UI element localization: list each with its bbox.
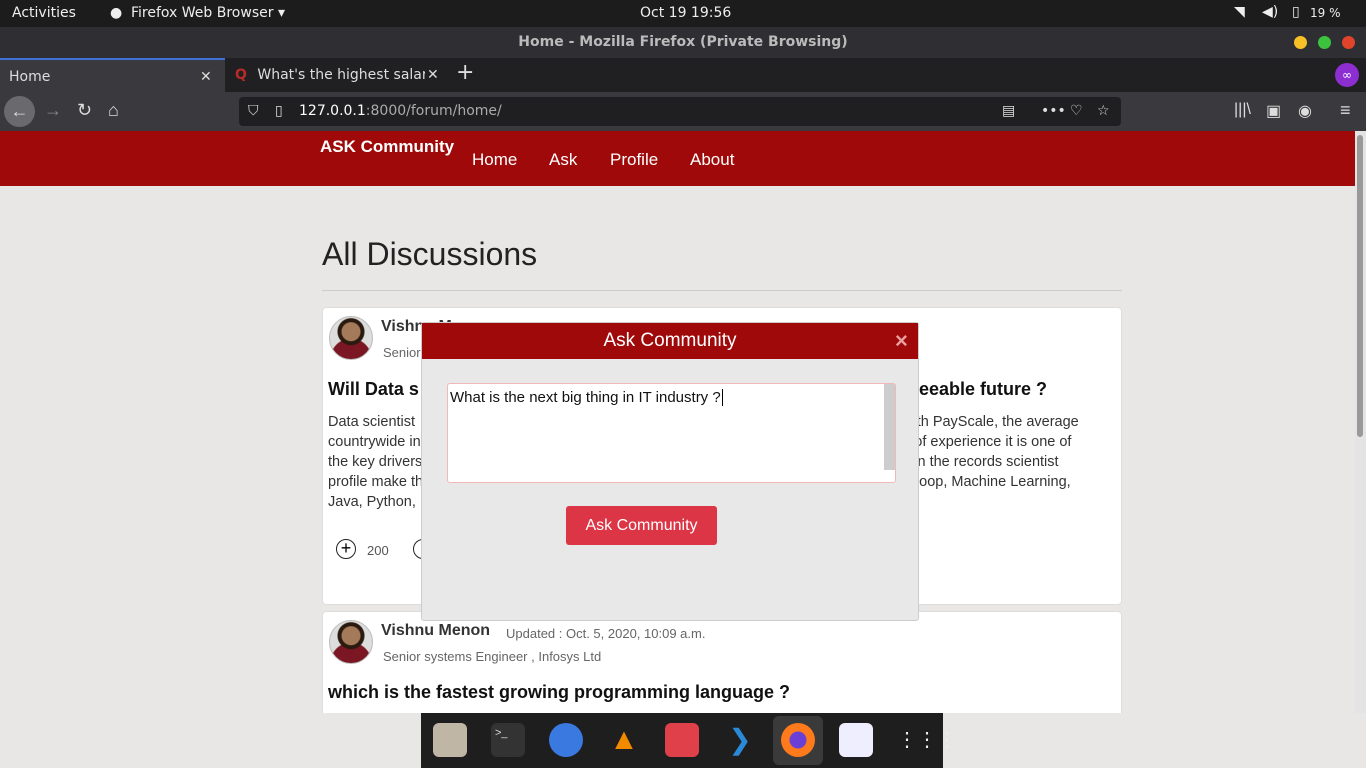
library-icon[interactable]: |||\ bbox=[1234, 101, 1251, 119]
reload-button[interactable]: ↻ bbox=[77, 100, 92, 121]
volume-icon[interactable]: ◀) bbox=[1262, 4, 1278, 20]
post-title[interactable]: which is the fastest growing programming… bbox=[328, 682, 790, 703]
show-apps-icon[interactable]: ⋮⋮⋮ bbox=[897, 723, 957, 757]
post-title-continued[interactable]: eeable future ? bbox=[919, 379, 1047, 400]
post-updated: Updated : Oct. 5, 2020, 10:09 a.m. bbox=[506, 626, 706, 641]
account-icon[interactable]: ◉ bbox=[1298, 101, 1312, 121]
menu-icon[interactable]: ≡ bbox=[1340, 100, 1351, 121]
url-host: 127.0.0.1 bbox=[299, 103, 366, 119]
home-button[interactable]: ⌂ bbox=[108, 100, 119, 121]
modal-title: Ask Community bbox=[603, 330, 737, 351]
back-button[interactable]: ← bbox=[4, 96, 35, 127]
page-icon: ▯ bbox=[275, 103, 283, 119]
pocket-icon[interactable]: ♡ bbox=[1070, 97, 1083, 126]
page-scrollbar[interactable] bbox=[1355, 131, 1366, 713]
terminal-icon[interactable]: >_ bbox=[491, 723, 525, 757]
upvote-icon[interactable]: + bbox=[336, 539, 356, 559]
post-body-continued: with PayScale, the average s of experienc… bbox=[903, 414, 1079, 490]
upvote-count: 200 bbox=[367, 543, 389, 558]
close-icon[interactable]: × bbox=[895, 323, 908, 359]
question-textarea[interactable]: What is the next big thing in IT industr… bbox=[447, 383, 896, 483]
window-title: Home - Mozilla Firefox (Private Browsing… bbox=[518, 34, 848, 50]
system-top-bar: Activities ● Firefox Web Browser ▾ Oct 1… bbox=[0, 0, 1366, 27]
new-tab-button[interactable]: + bbox=[456, 60, 474, 85]
ask-community-button[interactable]: Ask Community bbox=[566, 506, 717, 545]
nav-about[interactable]: About bbox=[690, 150, 734, 170]
private-browsing-icon: ∞ bbox=[1335, 63, 1359, 87]
question-text: What is the next big thing in IT industr… bbox=[450, 389, 721, 406]
wifi-icon[interactable]: ◥ bbox=[1234, 4, 1245, 20]
tab-bar: Home ✕ Q What's the highest salary ✕ + ∞ bbox=[0, 58, 1366, 92]
tab-salary[interactable]: Q What's the highest salary ✕ bbox=[226, 58, 448, 92]
nav-home[interactable]: Home bbox=[472, 150, 517, 170]
url-bar[interactable]: ⛉ ▯ 127.0.0.1:8000/forum/home/ ▤ ••• ♡ ☆ bbox=[239, 97, 1121, 126]
page-title: All Discussions bbox=[322, 236, 538, 272]
close-window-button[interactable] bbox=[1342, 36, 1355, 49]
vlc-icon[interactable]: ▲ bbox=[607, 723, 641, 757]
textarea-scrollbar[interactable] bbox=[884, 384, 895, 470]
reader-view-icon[interactable]: ▤ bbox=[1002, 97, 1015, 126]
tab-label: Home bbox=[9, 69, 51, 85]
clock[interactable]: Oct 19 19:56 bbox=[640, 5, 731, 21]
modal-header: Ask Community × bbox=[422, 323, 918, 359]
nav-profile[interactable]: Profile bbox=[610, 150, 658, 170]
shield-icon[interactable]: ⛉ bbox=[248, 97, 259, 126]
quora-icon: Q bbox=[235, 67, 247, 83]
post-author-role: Senior systems Engineer , Infosys Ltd bbox=[383, 649, 602, 664]
minimize-button[interactable] bbox=[1294, 36, 1307, 49]
more-actions-icon[interactable]: ••• bbox=[1041, 97, 1066, 126]
files-icon[interactable] bbox=[433, 723, 467, 757]
post-author[interactable]: Vishnu Menon bbox=[381, 622, 490, 640]
post-author-role: Senior bbox=[383, 345, 421, 360]
battery-percent: 19 % bbox=[1310, 6, 1341, 20]
activities-button[interactable]: Activities bbox=[12, 5, 76, 21]
scrollbar-thumb[interactable] bbox=[1357, 135, 1363, 437]
avatar bbox=[329, 620, 373, 664]
close-tab-icon[interactable]: ✕ bbox=[200, 60, 212, 94]
site-header: ASK Community Home Ask Profile About bbox=[0, 131, 1355, 186]
window-title-bar: Home - Mozilla Firefox (Private Browsing… bbox=[0, 27, 1366, 58]
bookmark-star-icon[interactable]: ☆ bbox=[1097, 97, 1110, 126]
post-card: Vishnu Menon Updated : Oct. 5, 2020, 10:… bbox=[322, 611, 1122, 713]
app-menu[interactable]: Firefox Web Browser ▾ bbox=[131, 5, 285, 21]
forward-button[interactable]: → bbox=[44, 100, 62, 121]
chromium-icon[interactable] bbox=[549, 723, 583, 757]
nav-ask[interactable]: Ask bbox=[549, 150, 577, 170]
sidebar-icon[interactable]: ▣ bbox=[1266, 101, 1281, 121]
close-tab-icon[interactable]: ✕ bbox=[425, 58, 439, 92]
divider bbox=[322, 290, 1122, 291]
avatar bbox=[329, 316, 373, 360]
tab-home[interactable]: Home ✕ bbox=[0, 58, 225, 92]
ask-modal: Ask Community × What is the next big thi… bbox=[421, 322, 919, 621]
maximize-button[interactable] bbox=[1318, 36, 1331, 49]
dock: >_ ▲ ❯ ⋮⋮⋮ bbox=[421, 713, 957, 768]
tab-label: What's the highest salary bbox=[257, 67, 436, 83]
url-path: :8000/forum/home/ bbox=[365, 103, 502, 119]
app-name: Firefox Web Browser bbox=[131, 5, 274, 21]
firefox-icon: ● bbox=[110, 5, 123, 21]
vscode-icon[interactable]: ❯ bbox=[723, 723, 757, 757]
todo-icon[interactable] bbox=[665, 723, 699, 757]
battery-icon[interactable]: ▯ bbox=[1292, 4, 1300, 20]
text-editor-icon[interactable] bbox=[839, 723, 873, 757]
post-title[interactable]: Will Data s bbox=[328, 379, 419, 400]
site-brand[interactable]: ASK Community bbox=[320, 137, 454, 157]
firefox-icon[interactable] bbox=[781, 723, 815, 757]
